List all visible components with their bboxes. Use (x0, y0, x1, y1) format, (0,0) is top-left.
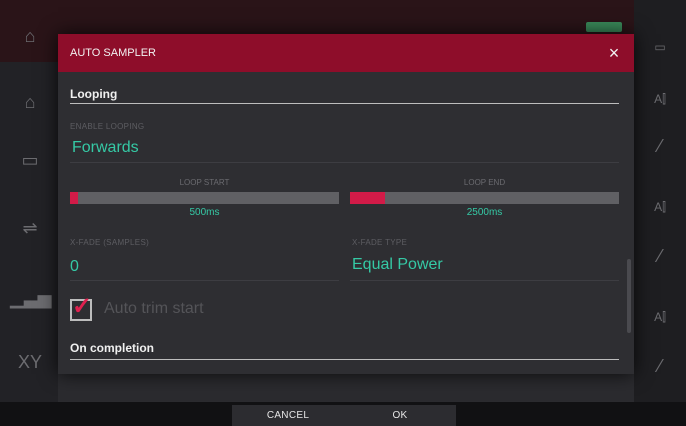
mixer-icon[interactable]: ⇌ (10, 218, 50, 239)
xfade-samples-label: X-FADE (SAMPLES) (70, 238, 150, 247)
auto-trim-label: Auto trim start (104, 300, 204, 317)
section-divider (70, 359, 619, 360)
pencil-icon[interactable]: ⁄ (640, 356, 680, 377)
monitor-icon[interactable]: ▭ (640, 40, 680, 54)
xfade-type-label: X-FADE TYPE (352, 238, 408, 247)
xfade-type-underline (350, 280, 619, 281)
loop-start-label: LOOP START (179, 178, 230, 187)
loop-end-slider[interactable] (350, 192, 619, 204)
loop-end-label: LOOP END (463, 178, 506, 187)
text-cursor-icon[interactable]: A⫿ (640, 310, 680, 325)
section-divider (70, 103, 619, 104)
xfade-samples-underline (70, 280, 339, 281)
loop-end-value: 2500ms (466, 207, 503, 218)
loop-start-slider[interactable] (70, 192, 339, 204)
loop-start-slider-fill (70, 192, 79, 204)
loop-end-slider-fill (350, 192, 385, 204)
pencil-icon[interactable]: ⁄ (640, 136, 680, 157)
cancel-button[interactable]: CANCEL (232, 405, 344, 426)
auto-sampler-dialog: AUTO SAMPLER × Looping ENABLE LOOPING Fo… (58, 34, 634, 374)
levels-icon[interactable]: ▁▃▅ (10, 288, 52, 309)
close-icon[interactable]: × (602, 41, 626, 65)
dialog-scrollbar[interactable] (627, 259, 631, 333)
dialog-title: AUTO SAMPLER (70, 47, 156, 59)
dialog-header: AUTO SAMPLER × (58, 34, 634, 72)
section-title-on-completion: On completion (70, 341, 154, 355)
enable-looping-underline (70, 162, 619, 163)
checkmark-icon: ✓ (72, 293, 93, 320)
status-indicator (586, 22, 622, 32)
xy-icon[interactable]: XY (10, 352, 50, 373)
pencil-icon[interactable]: ⁄ (640, 246, 680, 267)
home-icon[interactable]: ⌂ (10, 26, 50, 47)
loop-start-value: 500ms (189, 207, 220, 218)
text-cursor-icon[interactable]: A⫿ (640, 92, 680, 107)
home-icon[interactable]: ⌂ (10, 92, 50, 113)
section-title-looping: Looping (70, 87, 118, 101)
xfade-samples-input[interactable]: 0 (70, 258, 79, 276)
enable-looping-select[interactable]: Forwards (72, 139, 139, 157)
auto-trim-checkbox[interactable]: ✓ (70, 295, 92, 321)
grid-icon[interactable]: ▭ (10, 150, 50, 171)
enable-looping-label: ENABLE LOOPING (70, 122, 145, 131)
ok-button[interactable]: OK (344, 405, 456, 426)
xfade-type-select[interactable]: Equal Power (352, 256, 443, 274)
text-cursor-icon[interactable]: A⫿ (640, 200, 680, 215)
